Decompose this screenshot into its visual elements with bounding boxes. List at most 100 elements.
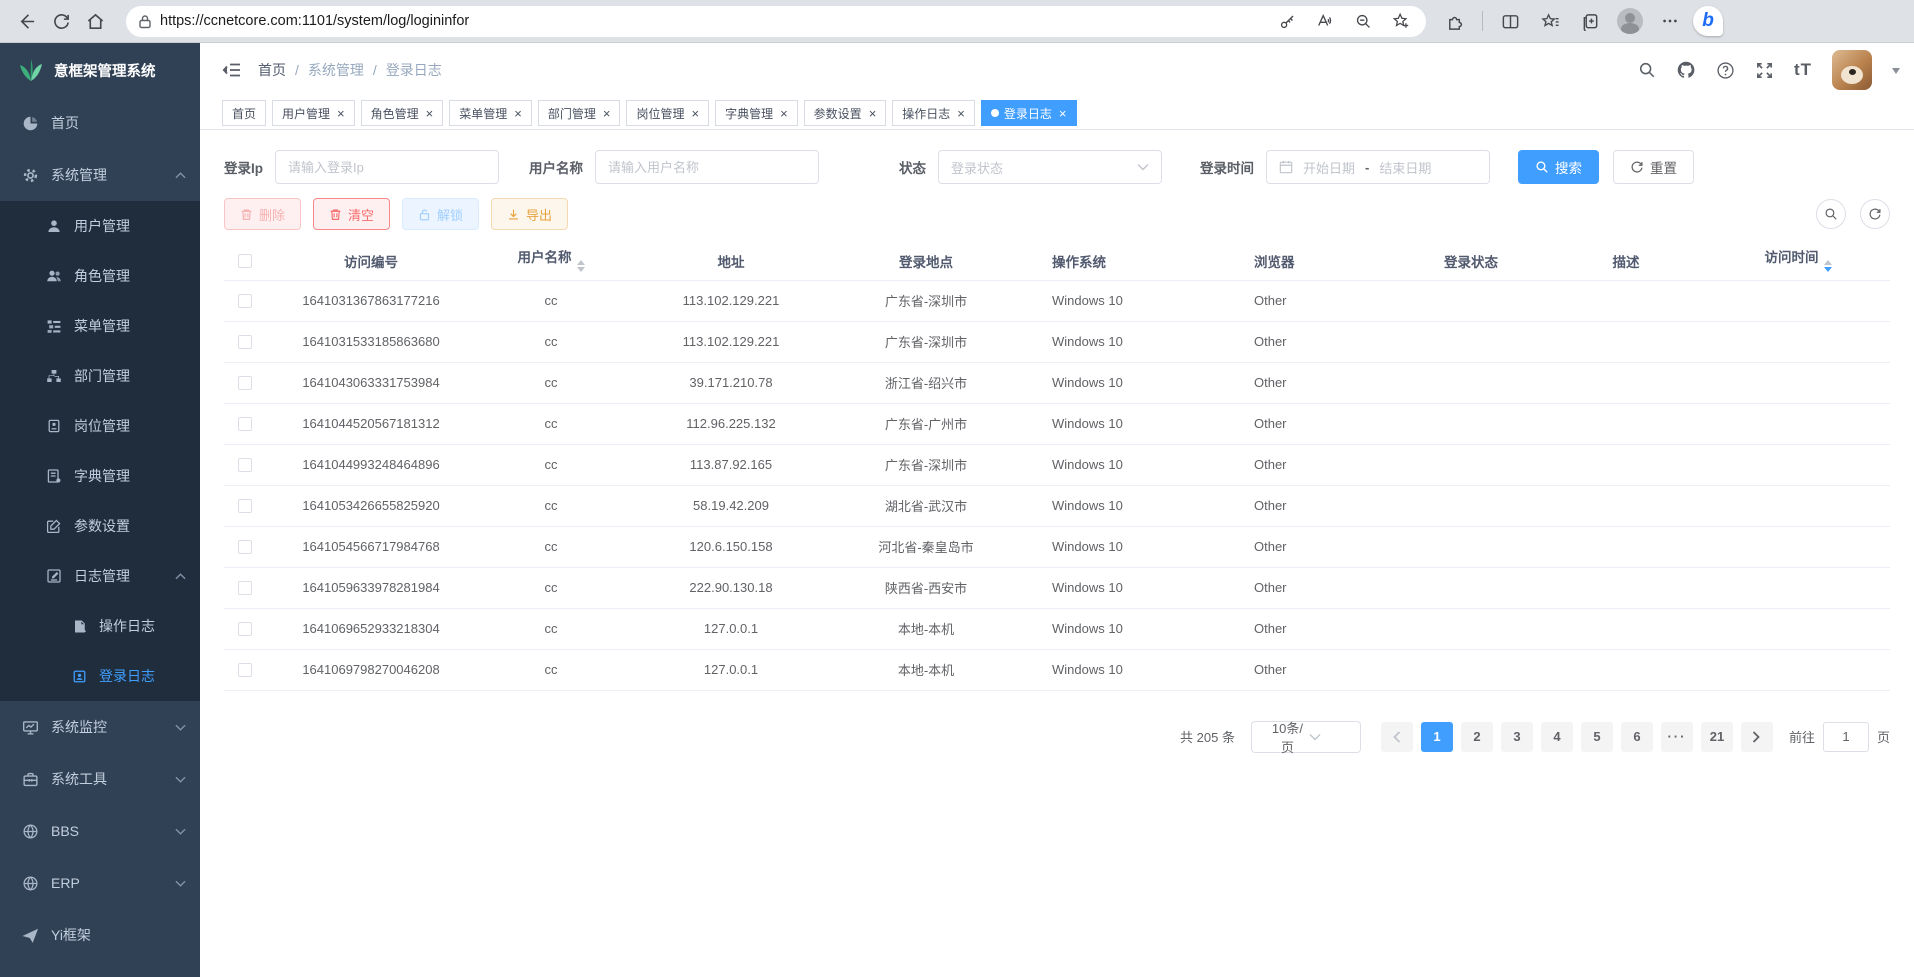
- tab-close-icon[interactable]: ×: [957, 107, 965, 120]
- tab-8[interactable]: 操作日志×: [892, 100, 975, 126]
- sidebar-item-menu-mgmt[interactable]: 菜单管理: [0, 301, 200, 351]
- ip-input[interactable]: [288, 160, 486, 175]
- tab-close-icon[interactable]: ×: [691, 107, 699, 120]
- browser-profile-button[interactable]: [1613, 4, 1647, 38]
- row-checkbox[interactable]: [238, 376, 252, 390]
- sort-caret-icon[interactable]: [577, 256, 585, 276]
- user-menu-caret-icon[interactable]: [1892, 68, 1900, 78]
- sidebar-item-log-mgmt[interactable]: 日志管理: [0, 551, 200, 601]
- table-refresh-button[interactable]: [1860, 199, 1890, 229]
- split-screen-button[interactable]: [1493, 4, 1527, 38]
- start-date-placeholder[interactable]: 开始日期: [1303, 158, 1355, 177]
- date-range-picker[interactable]: 开始日期 - 结束日期: [1266, 150, 1490, 184]
- tab-close-icon[interactable]: ×: [780, 107, 788, 120]
- font-size-button[interactable]: tT: [1794, 60, 1812, 80]
- tab-0[interactable]: 首页: [222, 100, 266, 126]
- tab-6[interactable]: 字典管理×: [715, 100, 798, 126]
- extensions-button[interactable]: [1438, 4, 1472, 38]
- sidebar-item-role-mgmt[interactable]: 角色管理: [0, 251, 200, 301]
- column-header-user[interactable]: 用户名称: [476, 242, 626, 280]
- tab-9-active[interactable]: 登录日志×: [981, 100, 1077, 126]
- page-button-21[interactable]: 21: [1701, 722, 1733, 752]
- sidebar-item-erp[interactable]: ERP: [0, 857, 200, 909]
- delete-button[interactable]: 删除: [224, 198, 301, 230]
- row-checkbox[interactable]: [238, 417, 252, 431]
- tab-close-icon[interactable]: ×: [603, 107, 611, 120]
- collections-button[interactable]: [1573, 4, 1607, 38]
- browser-home-button[interactable]: [78, 4, 112, 38]
- sidebar-item-post-mgmt[interactable]: 岗位管理: [0, 401, 200, 451]
- browser-menu-button[interactable]: [1653, 4, 1687, 38]
- favorites-button[interactable]: [1533, 4, 1567, 38]
- sort-caret-icon[interactable]: [1824, 256, 1832, 276]
- page-button-4[interactable]: 4: [1541, 722, 1573, 752]
- sidebar-item-operation-log[interactable]: 操作日志: [0, 601, 200, 651]
- tab-close-icon[interactable]: ×: [337, 107, 345, 120]
- table-search-toggle-button[interactable]: [1816, 199, 1846, 229]
- sidebar-item-home[interactable]: 首页: [0, 97, 200, 149]
- page-button-2[interactable]: 2: [1461, 722, 1493, 752]
- row-checkbox[interactable]: [238, 335, 252, 349]
- page-size-select[interactable]: 10条/页: [1251, 721, 1361, 753]
- row-checkbox[interactable]: [238, 622, 252, 636]
- read-aloud-button[interactable]: [1310, 6, 1340, 36]
- sidebar-item-login-log[interactable]: 登录日志: [0, 651, 200, 701]
- breadcrumb-system-mgmt[interactable]: 系统管理: [308, 60, 364, 80]
- password-key-button[interactable]: [1272, 6, 1302, 36]
- reset-button[interactable]: 重置: [1613, 150, 1694, 184]
- tab-close-icon[interactable]: ×: [1059, 107, 1067, 120]
- select-all-checkbox[interactable]: [238, 254, 252, 268]
- row-checkbox[interactable]: [238, 499, 252, 513]
- tab-4[interactable]: 部门管理×: [538, 100, 621, 126]
- tab-close-icon[interactable]: ×: [869, 107, 877, 120]
- tab-close-icon[interactable]: ×: [426, 107, 434, 120]
- user-avatar[interactable]: [1832, 50, 1872, 90]
- page-ellipsis-button[interactable]: ···: [1661, 722, 1693, 752]
- tab-1[interactable]: 用户管理×: [272, 100, 355, 126]
- next-page-button[interactable]: [1741, 722, 1773, 752]
- page-button-1[interactable]: 1: [1421, 722, 1453, 752]
- address-bar[interactable]: https://ccnetcore.com:1101/system/log/lo…: [126, 6, 1426, 37]
- row-checkbox[interactable]: [238, 663, 252, 677]
- tab-5[interactable]: 岗位管理×: [626, 100, 709, 126]
- sidebar-item-system-mgmt[interactable]: 系统管理: [0, 149, 200, 201]
- sidebar-item-dict-mgmt[interactable]: 字典管理: [0, 451, 200, 501]
- tab-2[interactable]: 角色管理×: [361, 100, 444, 126]
- search-button[interactable]: 搜索: [1518, 150, 1599, 184]
- status-select[interactable]: 登录状态: [938, 150, 1162, 184]
- row-checkbox[interactable]: [238, 294, 252, 308]
- prev-page-button[interactable]: [1381, 722, 1413, 752]
- header-search-button[interactable]: [1638, 61, 1656, 79]
- row-checkbox[interactable]: [238, 581, 252, 595]
- zoom-button[interactable]: [1348, 6, 1378, 36]
- sidebar-item-yi-framework[interactable]: Yi框架: [0, 909, 200, 961]
- tab-close-icon[interactable]: ×: [514, 107, 522, 120]
- row-checkbox[interactable]: [238, 458, 252, 472]
- github-button[interactable]: [1676, 60, 1696, 80]
- row-checkbox[interactable]: [238, 540, 252, 554]
- browser-refresh-button[interactable]: [44, 4, 78, 38]
- column-header-time[interactable]: 访问时间: [1706, 242, 1890, 280]
- clear-button[interactable]: 清空: [313, 198, 390, 230]
- copilot-button[interactable]: b: [1693, 6, 1723, 36]
- end-date-placeholder[interactable]: 结束日期: [1379, 158, 1431, 177]
- sidebar-item-param-settings[interactable]: 参数设置: [0, 501, 200, 551]
- sidebar-item-dept-mgmt[interactable]: 部门管理: [0, 351, 200, 401]
- sidebar-collapse-button[interactable]: [216, 54, 248, 86]
- export-button[interactable]: 导出: [491, 198, 568, 230]
- help-button[interactable]: [1716, 61, 1735, 80]
- sidebar-item-user-mgmt[interactable]: 用户管理: [0, 201, 200, 251]
- fullscreen-button[interactable]: [1755, 61, 1774, 80]
- page-button-5[interactable]: 5: [1581, 722, 1613, 752]
- goto-page-input[interactable]: [1823, 722, 1869, 752]
- browser-back-button[interactable]: [10, 4, 44, 38]
- tab-7[interactable]: 参数设置×: [804, 100, 887, 126]
- page-button-3[interactable]: 3: [1501, 722, 1533, 752]
- unlock-button[interactable]: 解锁: [402, 198, 479, 230]
- sidebar-item-system-monitor[interactable]: 系统监控: [0, 701, 200, 753]
- sidebar-item-system-tools[interactable]: 系统工具: [0, 753, 200, 805]
- add-favorite-button[interactable]: [1386, 6, 1416, 36]
- tab-3[interactable]: 菜单管理×: [449, 100, 532, 126]
- url-text[interactable]: https://ccnetcore.com:1101/system/log/lo…: [160, 13, 1272, 29]
- breadcrumb-home[interactable]: 首页: [258, 60, 286, 80]
